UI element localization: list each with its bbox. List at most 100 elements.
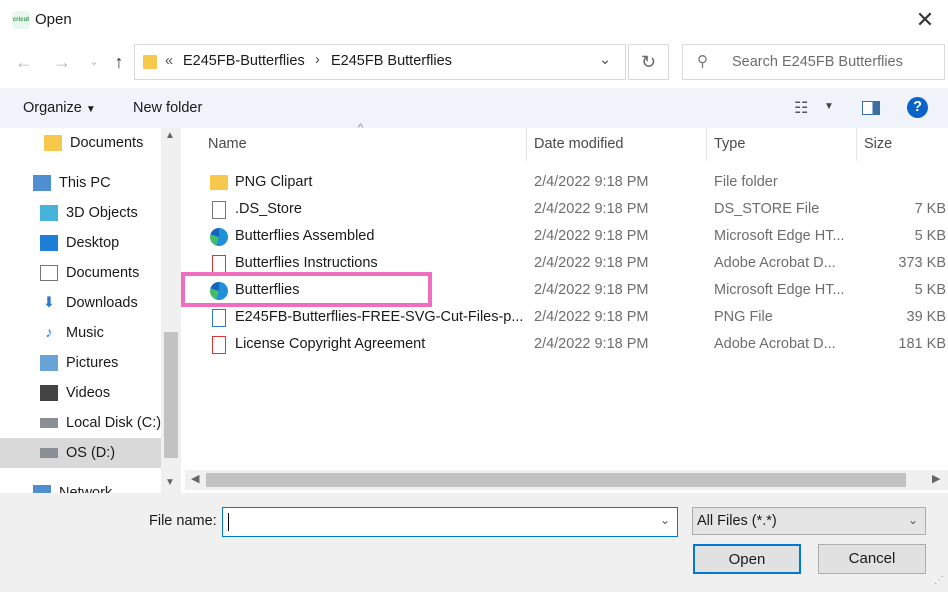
- folder-icon: [143, 55, 157, 69]
- column-type[interactable]: Type: [706, 128, 856, 161]
- file-name: License Copyright Agreement: [235, 336, 426, 352]
- sidebar-item-music[interactable]: ♪ Music: [40, 318, 104, 348]
- disk-icon: [40, 418, 58, 429]
- file-size: 7 KB: [914, 201, 946, 217]
- edge-icon: [210, 228, 228, 246]
- cube-icon: [40, 205, 58, 222]
- file-type-select[interactable]: All Files (*.*) ⌄: [692, 507, 926, 535]
- resize-grip-icon[interactable]: ⋰: [934, 575, 944, 586]
- sidebar-item-3d-objects[interactable]: 3D Objects: [40, 198, 138, 228]
- pictures-icon: [40, 355, 58, 372]
- text-caret: [228, 513, 229, 531]
- file-date: 2/4/2022 9:18 PM: [534, 228, 649, 244]
- pc-icon: [33, 175, 51, 192]
- folder-icon: [210, 175, 228, 190]
- command-bar: Organize ▼ New folder ☷ ▼ ?: [0, 88, 948, 128]
- scroll-left-icon[interactable]: ◀: [191, 472, 199, 485]
- scroll-right-icon[interactable]: ▶: [932, 472, 940, 485]
- scroll-down-icon[interactable]: ▼: [165, 477, 175, 488]
- documents-icon: [40, 265, 58, 282]
- bottom-panel: File name: ⌄ All Files (*.*) ⌄ Open Canc…: [0, 493, 948, 592]
- file-type: Adobe Acrobat D...: [714, 336, 836, 352]
- refresh-icon[interactable]: ↻: [628, 44, 669, 80]
- cancel-button[interactable]: Cancel: [818, 544, 926, 574]
- sidebar-item-network[interactable]: Network: [33, 478, 112, 493]
- close-icon[interactable]: ✕: [905, 6, 945, 34]
- file-name: .DS_Store: [235, 201, 302, 217]
- recent-chevron-icon[interactable]: ⌄: [82, 50, 106, 74]
- scroll-thumb[interactable]: [164, 332, 178, 458]
- search-input[interactable]: Search E245FB Butterflies: [732, 54, 903, 70]
- breadcrumb-item[interactable]: E245FB Butterflies: [331, 53, 452, 69]
- breadcrumb-overflow[interactable]: «: [165, 53, 173, 69]
- organize-button[interactable]: Organize ▼: [23, 100, 96, 116]
- file-name: PNG Clipart: [235, 174, 313, 190]
- pdf-icon: [212, 255, 226, 273]
- file-row[interactable]: .DS_Store 2/4/2022 9:18 PM DS_STORE File…: [204, 196, 948, 223]
- file-row[interactable]: PNG Clipart 2/4/2022 9:18 PM File folder: [204, 169, 948, 196]
- view-dropdown-icon[interactable]: ▼: [824, 101, 834, 112]
- sidebar-item-local-disk[interactable]: Local Disk (C:): [40, 408, 161, 438]
- file-type: Microsoft Edge HT...: [714, 228, 845, 244]
- new-folder-button[interactable]: New folder: [133, 100, 202, 116]
- help-icon[interactable]: ?: [907, 97, 928, 118]
- file-size: 39 KB: [906, 309, 947, 325]
- file-date: 2/4/2022 9:18 PM: [534, 309, 649, 325]
- column-size[interactable]: Size: [856, 128, 948, 161]
- sidebar-item-os-d[interactable]: OS (D:): [0, 438, 161, 468]
- desktop-icon: [40, 235, 58, 252]
- scroll-up-icon[interactable]: ▲: [165, 130, 175, 141]
- file-icon: [212, 201, 226, 219]
- file-date: 2/4/2022 9:18 PM: [534, 174, 649, 190]
- png-icon: [212, 309, 226, 327]
- open-button[interactable]: Open: [693, 544, 801, 574]
- sidebar-item-documents-pc[interactable]: Documents: [40, 258, 139, 288]
- forward-icon[interactable]: →: [50, 50, 74, 74]
- column-date[interactable]: Date modified: [526, 128, 706, 161]
- breadcrumb-item[interactable]: E245FB-Butterflies: [183, 53, 305, 69]
- filename-label: File name:: [149, 513, 217, 529]
- file-size: 5 KB: [914, 228, 946, 244]
- file-row[interactable]: Butterflies Assembled 2/4/2022 9:18 PM M…: [204, 223, 948, 250]
- window-title: Open: [35, 11, 72, 28]
- preview-pane-icon[interactable]: [862, 101, 880, 115]
- file-name: Butterflies Assembled: [235, 228, 375, 244]
- sidebar-item-documents[interactable]: Documents: [44, 128, 143, 158]
- sidebar-item-desktop[interactable]: Desktop: [40, 228, 119, 258]
- file-date: 2/4/2022 9:18 PM: [534, 282, 649, 298]
- folder-icon: [44, 135, 62, 152]
- sidebar-item-pictures[interactable]: Pictures: [40, 348, 118, 378]
- file-row[interactable]: License Copyright Agreement 2/4/2022 9:1…: [204, 331, 948, 358]
- file-date: 2/4/2022 9:18 PM: [534, 201, 649, 217]
- file-type: Adobe Acrobat D...: [714, 255, 836, 271]
- chevron-down-icon: ⌄: [908, 513, 919, 527]
- content-scrollbar[interactable]: ◀ ▶: [185, 470, 948, 490]
- search-box[interactable]: ⚲ Search E245FB Butterflies: [682, 44, 945, 80]
- column-header-row: ^ Name Date modified Type Size: [200, 122, 948, 161]
- sidebar-item-this-pc[interactable]: This PC: [33, 168, 111, 198]
- filename-dropdown-icon[interactable]: ⌄: [660, 513, 670, 527]
- organize-label: Organize: [23, 100, 82, 116]
- file-row[interactable]: E245FB-Butterflies-FREE-SVG-Cut-Files-p.…: [204, 304, 948, 331]
- view-options-icon[interactable]: ☷: [794, 98, 808, 118]
- breadcrumb-separator-icon: ›: [315, 52, 320, 68]
- address-dropdown-icon[interactable]: ⌄: [599, 52, 611, 68]
- sidebar-scrollbar[interactable]: ▲ ▼: [161, 128, 181, 493]
- videos-icon: [40, 385, 58, 402]
- sidebar-item-videos[interactable]: Videos: [40, 378, 110, 408]
- title-bar: [0, 0, 948, 40]
- column-name[interactable]: Name: [200, 128, 526, 161]
- filename-input[interactable]: ⌄: [222, 507, 678, 537]
- file-size: 181 KB: [898, 336, 946, 352]
- download-icon: ⬇: [42, 295, 56, 312]
- sidebar-item-downloads[interactable]: ⬇ Downloads: [40, 288, 138, 318]
- music-icon: ♪: [45, 325, 53, 342]
- back-icon[interactable]: ←: [12, 50, 36, 74]
- app-icon: cricut: [12, 11, 30, 29]
- file-type: PNG File: [714, 309, 773, 325]
- disk-icon: [40, 448, 58, 459]
- address-bar[interactable]: « E245FB-Butterflies › E245FB Butterflie…: [134, 44, 626, 80]
- up-icon[interactable]: ↑: [107, 50, 131, 74]
- scroll-thumb[interactable]: [206, 473, 906, 487]
- highlight-annotation: [181, 272, 432, 307]
